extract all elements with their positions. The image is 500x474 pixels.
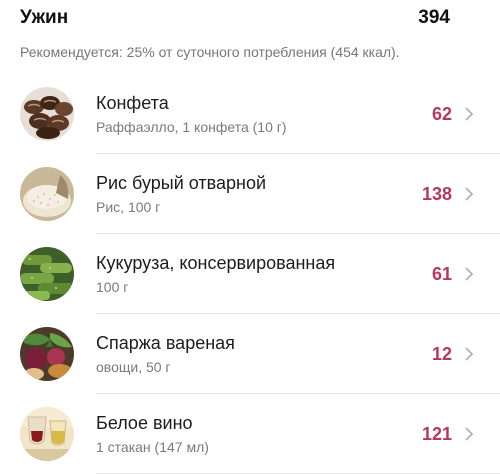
food-kcal: 62 [431, 103, 452, 124]
food-item[interactable]: Кукуруза, консервированная 100 г 61 [0, 234, 500, 314]
food-detail: Раффаэлло, 1 конфета (10 г) [96, 118, 287, 135]
chevron-right-icon [462, 427, 476, 441]
vegetables-image [20, 327, 74, 381]
wine-image [20, 407, 74, 461]
food-name: Рис бурый отварной [96, 172, 267, 193]
food-item[interactable]: Белое вино 1 стакан (147 мл) 121 [0, 394, 500, 474]
food-name: Белое вино [96, 412, 193, 433]
food-detail: Рис, 100 г [96, 198, 161, 215]
food-kcal: 12 [431, 343, 452, 364]
recommendation-text: Рекомендуется: 25% от суточного потребле… [20, 44, 400, 60]
food-item[interactable]: Рис бурый отварной Рис, 100 г 138 [0, 154, 500, 234]
food-kcal: 121 [421, 423, 452, 444]
meal-title: Ужин [20, 7, 69, 28]
food-item[interactable]: Конфета Раффаэлло, 1 конфета (10 г) 62 [0, 74, 500, 154]
chevron-right-icon [462, 187, 476, 201]
cucumber-image [20, 247, 74, 301]
food-kcal: 61 [431, 263, 452, 284]
chevron-right-icon [462, 267, 476, 281]
food-name: Кукуруза, консервированная [96, 252, 336, 273]
food-kcal: 138 [421, 183, 452, 204]
food-item[interactable]: Спаржа вареная овощи, 50 г 12 [0, 314, 500, 394]
food-name: Конфета [96, 92, 169, 113]
chevron-right-icon [462, 107, 476, 121]
meal-total-kcal: 394 [418, 7, 450, 28]
food-detail: овощи, 50 г [96, 358, 171, 375]
food-detail: 100 г [96, 278, 129, 295]
meal-header: Ужин 394 [0, 0, 500, 36]
food-name: Спаржа вареная [96, 332, 235, 353]
food-detail: 1 стакан (147 мл) [96, 438, 209, 455]
food-list: Конфета Раффаэлло, 1 конфета (10 г) 62 Р… [0, 74, 500, 474]
rice-image [20, 167, 74, 221]
chevron-right-icon [462, 347, 476, 361]
candy-image [20, 87, 74, 141]
